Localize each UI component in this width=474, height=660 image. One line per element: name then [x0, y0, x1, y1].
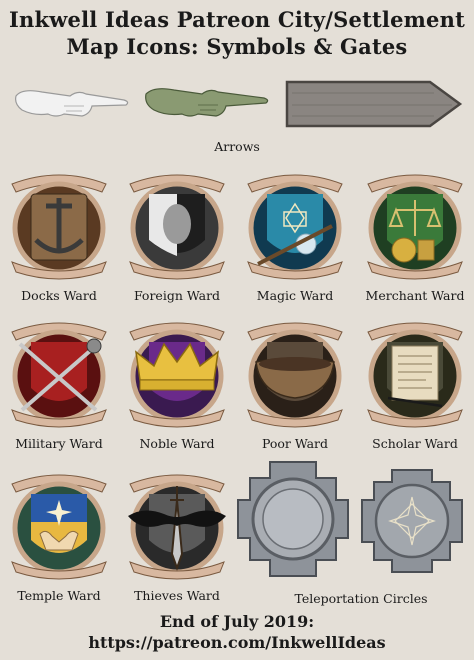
thieves-ward-label: Thieves Ward [134, 588, 220, 603]
teleportation-circle-icon-2 [361, 469, 463, 573]
footer: End of July 2019: https://patreon.com/In… [0, 611, 474, 653]
title-line-1: Inkwell Ideas Patreon City/Settlement [9, 7, 465, 32]
footer-link[interactable]: https://patreon.com/InkwellIdeas [0, 632, 474, 653]
wooden-sign-arrow-icon [285, 80, 463, 128]
merchant-ward-icon [367, 174, 463, 280]
temple-ward-icon [11, 474, 107, 580]
military-ward-label: Military Ward [15, 436, 103, 451]
docks-ward-icon [11, 174, 107, 280]
teleportation-circle-icon-1 [237, 461, 349, 577]
thieves-ward-icon [128, 474, 226, 580]
teleportation-circles-label: Teleportation Circles [294, 591, 428, 606]
magic-ward-label: Magic Ward [256, 288, 334, 303]
footer-date: End of July 2019: [159, 612, 315, 631]
green-hand-arrow-icon [145, 88, 269, 117]
scholar-ward-label: Scholar Ward [372, 436, 458, 451]
foreign-ward-icon [129, 174, 225, 280]
merchant-ward-label: Merchant Ward [365, 288, 465, 303]
military-ward-icon [11, 322, 107, 428]
temple-ward-label: Temple Ward [17, 588, 101, 603]
white-hand-arrow-icon [15, 90, 129, 117]
poor-ward-icon [247, 322, 343, 428]
docks-ward-label: Docks Ward [21, 288, 97, 303]
poor-ward-label: Poor Ward [261, 436, 329, 451]
noble-ward-label: Noble Ward [139, 436, 215, 451]
noble-ward-icon [129, 322, 225, 428]
magic-ward-icon [247, 174, 343, 280]
title-line-2: Map Icons: Symbols & Gates [66, 34, 408, 59]
scholar-ward-icon [367, 322, 463, 428]
foreign-ward-label: Foreign Ward [133, 288, 221, 303]
page-title: Inkwell Ideas Patreon City/Settlement Ma… [0, 6, 474, 60]
arrows-label: Arrows [214, 139, 260, 154]
